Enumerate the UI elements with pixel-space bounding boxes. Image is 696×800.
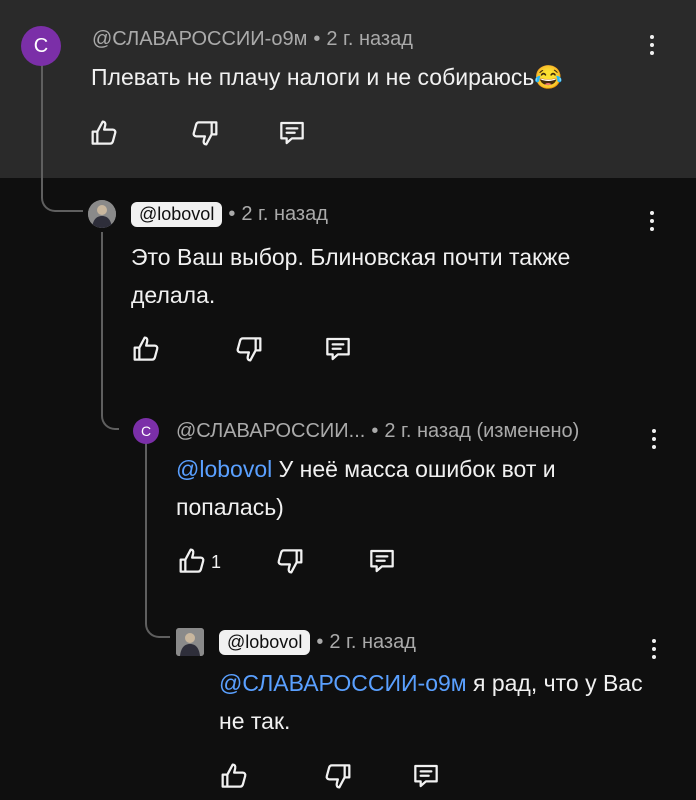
author-handle[interactable]: @lobovol: [219, 630, 311, 655]
comment-text: @lobovol У неё масса ошибок вот и попала…: [176, 456, 556, 520]
more-vert-icon[interactable]: [642, 634, 666, 664]
author-handle[interactable]: @lobovol: [131, 202, 223, 227]
thumbs-up-icon[interactable]: [218, 760, 250, 792]
comment-meta: @СЛАВАРОССИИ-о9м • 2 г. назад: [92, 28, 413, 51]
avatar[interactable]: С: [133, 418, 159, 444]
thumbs-down-icon[interactable]: [274, 545, 306, 577]
avatar[interactable]: С: [21, 26, 61, 66]
timestamp[interactable]: 2 г. назад: [329, 631, 416, 654]
reply-icon[interactable]: [276, 117, 308, 149]
thumbs-up-icon[interactable]: [130, 333, 162, 365]
comment-meta: @СЛАВАРОССИИ... • 2 г. назад (изменено): [176, 420, 579, 443]
author-handle[interactable]: @СЛАВАРОССИИ...: [176, 420, 365, 443]
comment-text: @СЛАВАРОССИИ-о9м я рад, что у Вас не так…: [219, 670, 643, 734]
thumbs-up-icon[interactable]: [88, 117, 120, 149]
comment-meta: @lobovol • 2 г. назад: [219, 630, 416, 655]
reply-icon[interactable]: [322, 333, 354, 365]
avatar-photo: [88, 200, 116, 228]
avatar-letter: С: [140, 423, 152, 439]
thread-line: [101, 232, 119, 430]
thumbs-down-icon[interactable]: [189, 117, 221, 149]
mention-link[interactable]: @СЛАВАРОССИИ-о9м: [219, 670, 467, 696]
timestamp[interactable]: 2 г. назад: [241, 203, 328, 226]
thread-line: [145, 442, 170, 638]
reply-icon[interactable]: [366, 545, 398, 577]
thread-line: [41, 62, 83, 212]
avatar[interactable]: [176, 628, 204, 656]
avatar-letter: С: [33, 34, 49, 57]
more-vert-icon[interactable]: [640, 206, 664, 236]
separator: •: [316, 631, 324, 653]
comment-text: Плевать не плачу налоги и не собираюсь😂: [91, 64, 564, 90]
thumbs-down-icon[interactable]: [322, 760, 354, 792]
more-vert-icon[interactable]: [642, 424, 666, 454]
thumbs-up-icon[interactable]: [176, 545, 208, 577]
separator: •: [313, 28, 321, 50]
comment-meta: @lobovol • 2 г. назад: [131, 202, 328, 227]
reply-icon[interactable]: [410, 760, 442, 792]
timestamp[interactable]: 2 г. назад (изменено): [384, 420, 579, 443]
timestamp[interactable]: 2 г. назад: [326, 28, 413, 51]
comment-text: Это Ваш выбор. Блиновская почти также де…: [131, 244, 571, 308]
avatar[interactable]: [88, 200, 116, 228]
mention-link[interactable]: @lobovol: [176, 456, 272, 482]
separator: •: [371, 420, 379, 442]
separator: •: [228, 203, 236, 225]
thumbs-down-icon[interactable]: [233, 333, 265, 365]
author-handle[interactable]: @СЛАВАРОССИИ-о9м: [92, 28, 307, 51]
like-count: 1: [211, 552, 222, 572]
avatar-photo: [176, 628, 204, 656]
more-vert-icon[interactable]: [640, 30, 664, 60]
